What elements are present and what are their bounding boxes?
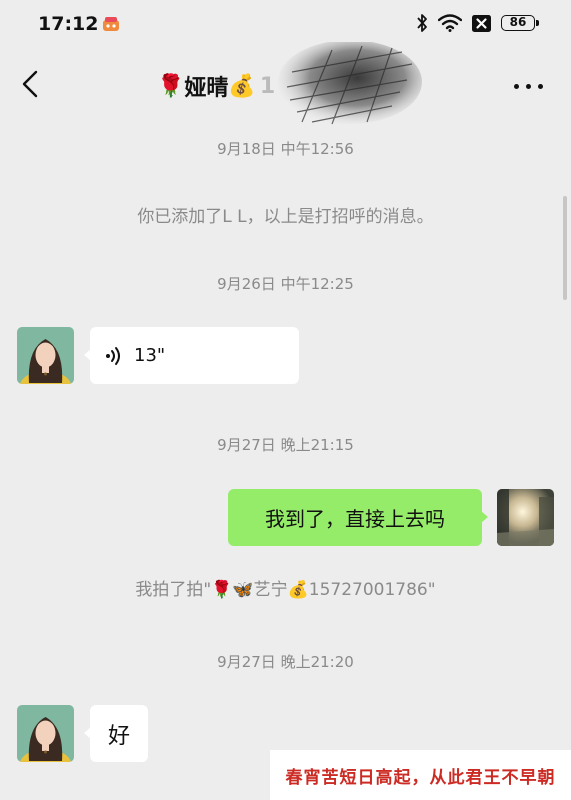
chat-title: 🌹 娅晴 💰 1 bbox=[157, 70, 275, 102]
battery-indicator: 86 bbox=[501, 15, 539, 31]
status-time: 17:12 bbox=[38, 13, 99, 35]
contact-avatar[interactable] bbox=[17, 327, 74, 384]
voice-message-bubble[interactable]: 13" bbox=[84, 327, 299, 384]
redaction-scribble bbox=[278, 42, 422, 125]
wifi-icon bbox=[438, 14, 462, 32]
incoming-message-bubble[interactable]: 好 bbox=[84, 705, 148, 762]
money-bag-emoji: 💰 bbox=[287, 580, 309, 600]
outgoing-message-bubble[interactable]: 我到了，直接上去吗 bbox=[228, 489, 488, 546]
more-options-button[interactable] bbox=[512, 80, 546, 92]
watermark-banner: 春宵苦短日高起，从此君王不早朝 bbox=[270, 750, 571, 800]
rose-emoji: 🌹 bbox=[157, 73, 185, 99]
system-message: 你已添加了L L，以上是打招呼的消息。 bbox=[137, 207, 434, 227]
bluetooth-icon bbox=[417, 14, 427, 32]
pat-system-message: 我拍了拍"🌹🦋艺宁💰15727001786" bbox=[0, 575, 571, 600]
timestamp: 9月27日 晚上21:15 bbox=[217, 436, 354, 454]
voice-duration: 13" bbox=[134, 345, 166, 366]
my-avatar[interactable] bbox=[497, 489, 554, 546]
game-controller-icon bbox=[103, 17, 119, 31]
back-button[interactable] bbox=[14, 66, 50, 102]
money-bag-emoji: 💰 bbox=[228, 73, 256, 99]
timestamp: 9月26日 中午12:25 bbox=[217, 275, 354, 293]
pat-name: 艺宁 bbox=[253, 580, 288, 600]
contact-name: 娅晴 bbox=[184, 76, 229, 101]
watermark-text: 春宵苦短日高起，从此君王不早朝 bbox=[285, 767, 556, 788]
no-sim-icon bbox=[472, 14, 491, 32]
contact-avatar[interactable] bbox=[17, 705, 74, 762]
message-text: 我到了，直接上去吗 bbox=[265, 507, 445, 531]
rose-emoji: 🌹 bbox=[211, 580, 233, 600]
message-text: 好 bbox=[107, 723, 130, 749]
butterfly-emoji: 🦋 bbox=[232, 580, 254, 600]
voice-icon bbox=[106, 346, 120, 365]
pat-prefix: 我拍了拍" bbox=[135, 580, 212, 600]
timestamp: 9月27日 晚上21:20 bbox=[217, 653, 354, 671]
pat-suffix: 15727001786" bbox=[308, 580, 436, 600]
timestamp: 9月18日 中午12:56 bbox=[217, 140, 354, 158]
